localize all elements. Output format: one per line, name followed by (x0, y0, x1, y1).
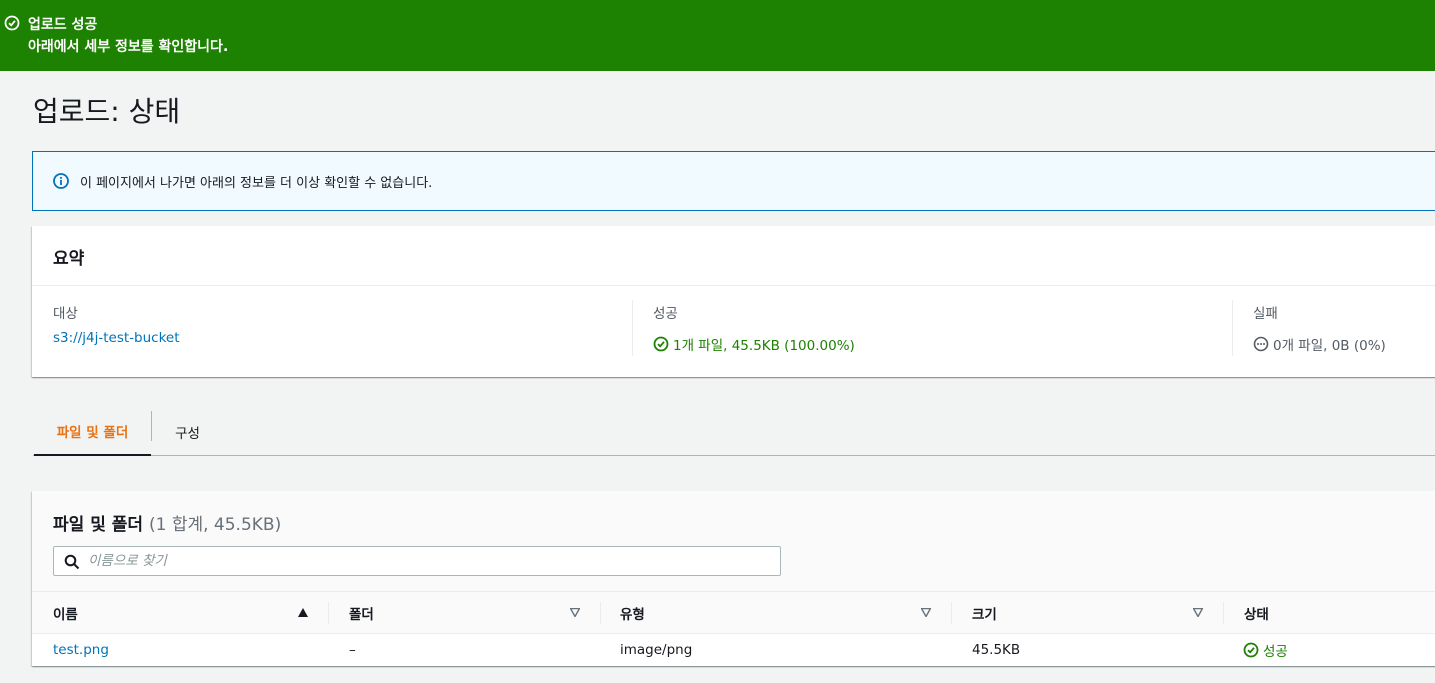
search-icon (64, 554, 80, 570)
flash-message: 아래에서 세부 정보를 확인합니다. (28, 39, 229, 55)
pending-icon (1253, 336, 1269, 352)
files-count: (1 합계, 45.5KB) (148, 515, 282, 535)
column-status-label: 상태 (1244, 607, 1269, 623)
succeeded-label: 성공 (653, 306, 678, 322)
column-separator (600, 602, 601, 624)
column-folder-label: 폴더 (349, 607, 374, 623)
destination-label: 대상 (53, 306, 78, 322)
file-status-text: 성공 (1263, 643, 1288, 660)
files-title-text: 파일 및 폴더 (53, 515, 144, 535)
table-row: test.png – image/png 45.5KB 성공 (32, 634, 1435, 665)
column-header-name[interactable]: 이름 (53, 592, 323, 634)
table-header-row: 이름 폴더 유형 크기 상태 (32, 591, 1435, 634)
summary-title: 요약 (53, 249, 85, 269)
tab-configuration[interactable]: 구성 (151, 408, 224, 455)
page-title: 업로드: 상태 (33, 95, 181, 128)
success-icon (1243, 642, 1259, 657)
column-size-label: 크기 (972, 607, 997, 623)
flash-title: 업로드 성공 (28, 17, 98, 33)
destination-link[interactable]: s3://j4j-test-bucket (53, 330, 180, 346)
sort-caret-icon[interactable] (1193, 608, 1203, 617)
column-header-status: 상태 (1244, 592, 1435, 634)
column-separator (328, 602, 329, 624)
success-flash-banner: 업로드 성공 아래에서 세부 정보를 확인합니다. (0, 0, 1435, 71)
file-name-link[interactable]: test.png (53, 634, 109, 665)
file-size: 45.5KB (972, 641, 1021, 658)
success-icon (653, 336, 669, 352)
column-header-type[interactable]: 유형 (620, 592, 920, 634)
succeeded-value: 1개 파일, 45.5KB (100.00%) (673, 338, 855, 354)
tab-files-and-folders[interactable]: 파일 및 폴더 (34, 408, 151, 456)
failed-label: 실패 (1253, 306, 1278, 322)
failed-value: 0개 파일, 0B (0%) (1273, 338, 1386, 354)
info-alert-text: 이 페이지에서 나가면 아래의 정보를 더 이상 확인할 수 없습니다. (80, 176, 433, 191)
check-circle-icon (4, 15, 20, 31)
info-icon (53, 173, 69, 189)
file-type: image/png (620, 641, 693, 658)
summary-succeeded: 성공 1개 파일, 45.5KB (100.00%) (632, 300, 1232, 356)
files-header: 파일 및 폴더 (1 합계, 45.5KB) (32, 491, 1435, 591)
search-box (53, 546, 781, 576)
tab-bar: 파일 및 폴더 구성 (33, 408, 1435, 456)
column-type-label: 유형 (620, 607, 645, 623)
file-folder: – (349, 641, 356, 658)
column-name-label: 이름 (53, 607, 78, 623)
column-separator (951, 602, 952, 624)
column-header-folder[interactable]: 폴더 (349, 592, 569, 634)
search-input[interactable] (88, 550, 768, 572)
files-title: 파일 및 폴더 (1 합계, 45.5KB) (53, 510, 281, 535)
summary-destination: 대상 s3://j4j-test-bucket (53, 300, 633, 356)
summary-panel: 요약 대상 s3://j4j-test-bucket 성공 1개 파일, 45.… (32, 226, 1435, 377)
sort-caret-icon[interactable] (570, 608, 580, 617)
sort-ascending-icon[interactable] (298, 608, 308, 617)
file-status: 성공 (1243, 634, 1288, 665)
files-table-panel: 파일 및 폴더 (1 합계, 45.5KB) 이름 폴더 유형 (32, 491, 1435, 666)
column-header-size[interactable]: 크기 (972, 592, 1192, 634)
info-alert: 이 페이지에서 나가면 아래의 정보를 더 이상 확인할 수 없습니다. (32, 151, 1435, 211)
summary-failed: 실패 0개 파일, 0B (0%) (1232, 300, 1435, 356)
column-separator (1223, 602, 1224, 624)
summary-divider (32, 285, 1435, 286)
sort-caret-icon[interactable] (921, 608, 931, 617)
